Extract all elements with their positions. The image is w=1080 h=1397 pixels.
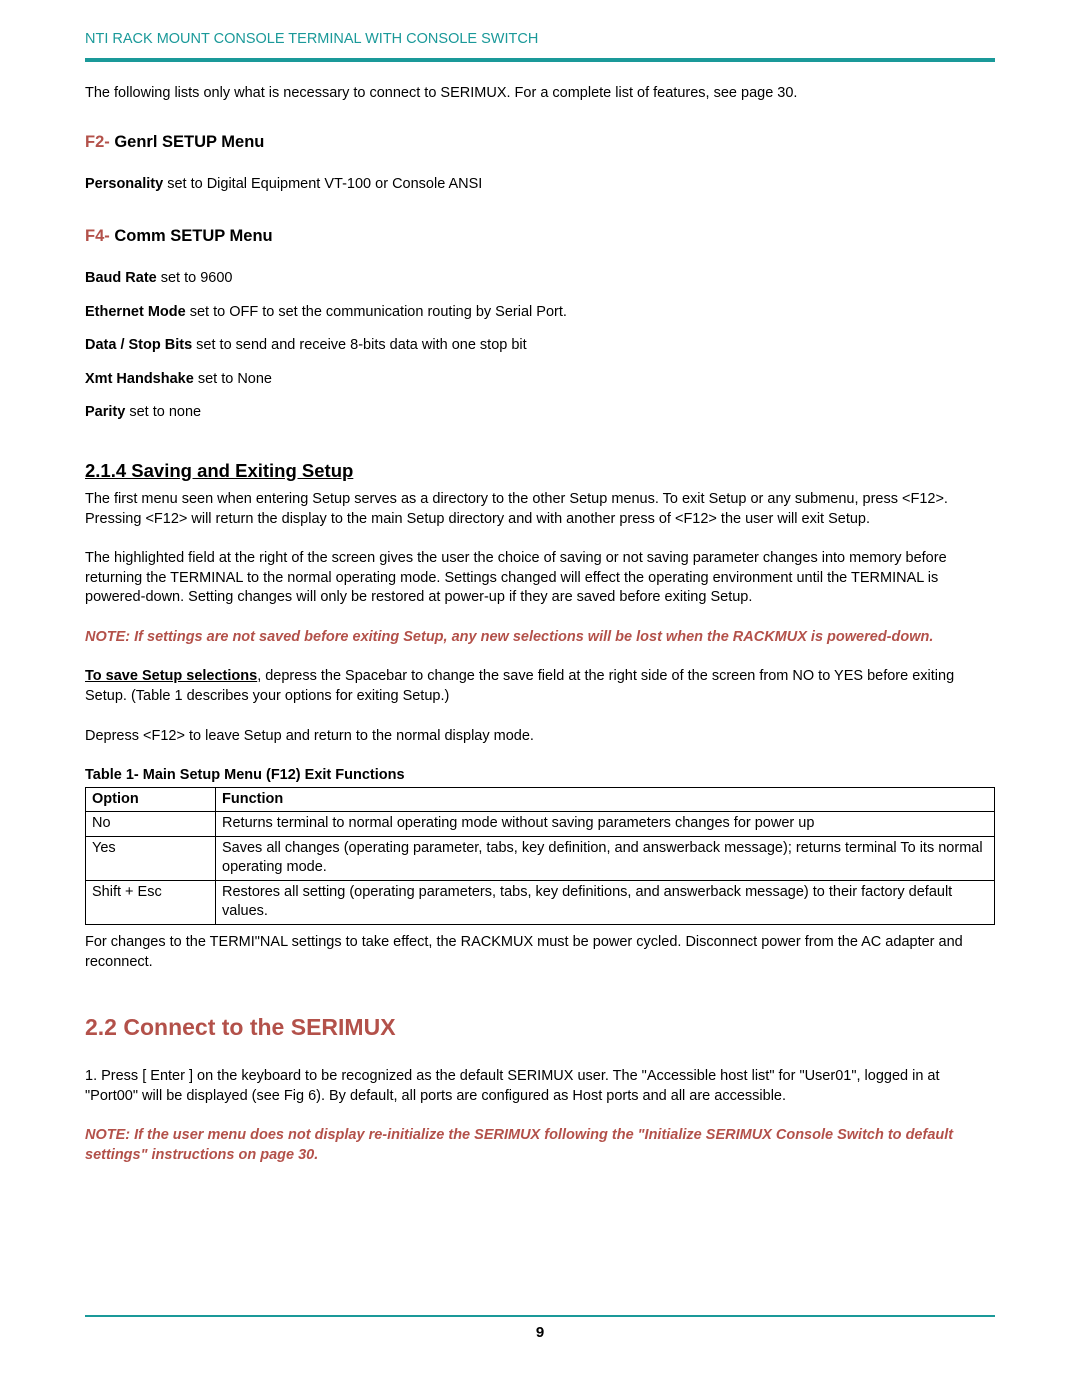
saving-note: NOTE: If settings are not saved before e…	[85, 628, 995, 648]
table-row: Shift + Esc Restores all setting (operat…	[86, 880, 995, 924]
connect-p1: 1. Press [ Enter ] on the keyboard to be…	[85, 1067, 995, 1106]
th-function: Function	[216, 787, 995, 812]
exit-functions-table: Option Function No Returns terminal to n…	[85, 787, 995, 925]
data-stop-line: Data / Stop Bits set to send and receive…	[85, 336, 995, 356]
table-row: Yes Saves all changes (operating paramet…	[86, 836, 995, 880]
save-selections-line: To save Setup selections, depress the Sp…	[85, 667, 995, 706]
intro-paragraph: The following lists only what is necessa…	[85, 84, 995, 104]
xmt-line: Xmt Handshake set to None	[85, 370, 995, 390]
cell-function: Returns terminal to normal operating mod…	[216, 812, 995, 837]
cell-option: Shift + Esc	[86, 880, 216, 924]
table-caption: Table 1- Main Setup Menu (F12) Exit Func…	[85, 766, 995, 786]
saving-p1: The first menu seen when entering Setup …	[85, 490, 995, 529]
ethernet-line: Ethernet Mode set to OFF to set the comm…	[85, 303, 995, 323]
parity-text: set to none	[125, 404, 201, 420]
cell-function: Saves all changes (operating parameter, …	[216, 836, 995, 880]
xmt-label: Xmt Handshake	[85, 371, 194, 387]
f4-title: Comm SETUP Menu	[110, 227, 273, 245]
xmt-text: set to None	[194, 371, 272, 387]
f4-prefix: F4-	[85, 227, 110, 245]
table-row: No Returns terminal to normal operating …	[86, 812, 995, 837]
save-selections-label: To save Setup selections	[85, 668, 257, 684]
connect-note: NOTE: If the user menu does not display …	[85, 1126, 995, 1165]
after-table-text: For changes to the TERMI"NAL settings to…	[85, 933, 995, 972]
cell-function: Restores all setting (operating paramete…	[216, 880, 995, 924]
cell-option: Yes	[86, 836, 216, 880]
saving-p3: Depress <F12> to leave Setup and return …	[85, 727, 995, 747]
f2-heading: F2- Genrl SETUP Menu	[85, 131, 995, 153]
f2-title: Genrl SETUP Menu	[110, 133, 265, 151]
parity-line: Parity set to none	[85, 403, 995, 423]
table-header-row: Option Function	[86, 787, 995, 812]
f2-prefix: F2-	[85, 133, 110, 151]
baud-line: Baud Rate set to 9600	[85, 269, 995, 289]
data-stop-text: set to send and receive 8-bits data with…	[192, 337, 527, 353]
baud-text: set to 9600	[157, 270, 233, 286]
parity-label: Parity	[85, 404, 125, 420]
cell-option: No	[86, 812, 216, 837]
saving-heading: 2.1.4 Saving and Exiting Setup	[85, 459, 995, 484]
f2-personality-line: Personality set to Digital Equipment VT-…	[85, 175, 995, 195]
page-number: 9	[85, 1323, 995, 1363]
ethernet-text: set to OFF to set the communication rout…	[186, 304, 567, 320]
ethernet-label: Ethernet Mode	[85, 304, 186, 320]
connect-heading: 2.2 Connect to the SERIMUX	[85, 1012, 995, 1043]
personality-text: set to Digital Equipment VT-100 or Conso…	[163, 176, 482, 192]
personality-label: Personality	[85, 176, 163, 192]
header-divider	[85, 58, 995, 62]
f4-heading: F4- Comm SETUP Menu	[85, 225, 995, 247]
footer-divider	[85, 1315, 995, 1317]
saving-p2: The highlighted field at the right of th…	[85, 549, 995, 608]
baud-label: Baud Rate	[85, 270, 157, 286]
page-header-title: NTI RACK MOUNT CONSOLE TERMINAL WITH CON…	[85, 30, 995, 50]
data-stop-label: Data / Stop Bits	[85, 337, 192, 353]
th-option: Option	[86, 787, 216, 812]
